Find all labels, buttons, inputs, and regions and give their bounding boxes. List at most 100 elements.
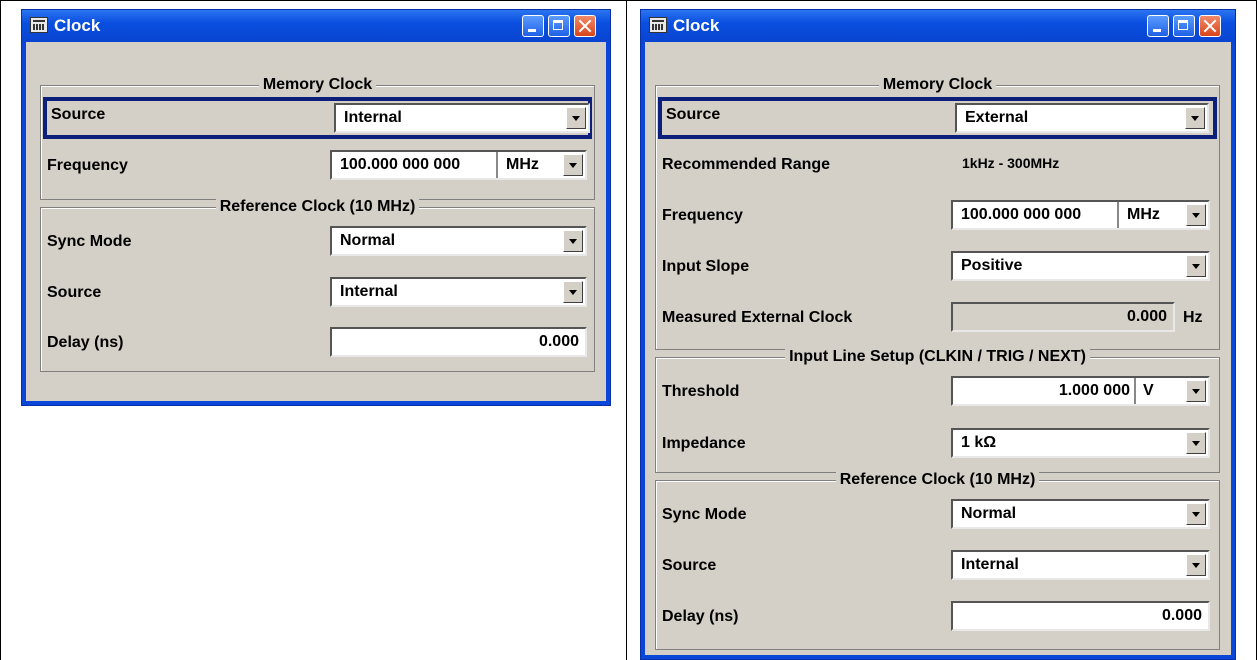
delay-value: 0.000 xyxy=(1161,607,1202,624)
measured-clock-row: Measured External Clock 0.000 Hz xyxy=(656,300,1219,336)
reference-clock-group: Reference Clock (10 MHz) Sync Mode Norma… xyxy=(40,198,595,372)
window-client: Memory Clock Source External Recommended… xyxy=(645,42,1231,655)
threshold-row: Threshold 1.000 000 V xyxy=(656,374,1219,410)
chevron-down-icon[interactable] xyxy=(1186,432,1206,454)
reference-source-select[interactable]: Internal xyxy=(330,277,587,307)
unit-separator xyxy=(1117,202,1119,228)
sync-mode-row: Sync Mode Normal xyxy=(41,224,594,260)
memory-clock-group: Memory Clock Source External Recommended… xyxy=(655,76,1220,350)
frame-top-border xyxy=(0,0,1257,1)
impedance-select[interactable]: 1 kΩ xyxy=(951,428,1210,458)
window-client: Memory Clock Source Internal Frequency 1… xyxy=(26,42,606,401)
reference-source-label: Source xyxy=(662,557,717,574)
recommended-range-label: Recommended Range xyxy=(662,156,831,173)
input-slope-value: Positive xyxy=(961,257,1023,274)
title-bar[interactable]: Clock xyxy=(22,10,610,42)
memory-clock-group: Memory Clock Source Internal Frequency 1… xyxy=(40,76,595,200)
window-title: Clock xyxy=(673,16,720,35)
chevron-down-icon[interactable] xyxy=(1185,107,1205,129)
memory-source-value: External xyxy=(965,109,1029,126)
memory-source-label: Source xyxy=(666,106,721,123)
memory-frequency-unit[interactable]: MHz xyxy=(506,156,539,174)
window-title: Clock xyxy=(54,16,101,35)
memory-source-select[interactable]: Internal xyxy=(334,103,590,133)
reference-source-row: Source Internal xyxy=(656,548,1219,584)
threshold-label: Threshold xyxy=(662,383,740,400)
chevron-down-icon[interactable] xyxy=(563,281,583,303)
reference-source-select[interactable]: Internal xyxy=(951,550,1210,580)
impedance-label: Impedance xyxy=(662,435,746,452)
memory-frequency-row: Frequency 100.000 000 000 MHz xyxy=(656,198,1219,234)
delay-row: Delay (ns) 0.000 xyxy=(656,599,1219,635)
reference-clock-group: Reference Clock (10 MHz) Sync Mode Norma… xyxy=(655,471,1220,650)
reference-source-value: Internal xyxy=(961,556,1019,573)
measured-clock-label: Measured External Clock xyxy=(662,309,853,326)
sync-mode-value: Normal xyxy=(340,232,396,249)
chevron-down-icon[interactable] xyxy=(1186,503,1206,525)
app-icon xyxy=(649,17,667,33)
memory-frequency-value: 100.000 000 000 xyxy=(961,206,1082,223)
sync-mode-label: Sync Mode xyxy=(662,506,747,523)
memory-frequency-unit[interactable]: MHz xyxy=(1127,206,1160,224)
input-slope-select[interactable]: Positive xyxy=(951,251,1210,281)
minimize-button[interactable] xyxy=(1147,15,1169,37)
frame-middle-divider xyxy=(626,0,627,660)
app-icon xyxy=(30,17,48,33)
input-line-group: Input Line Setup (CLKIN / TRIG / NEXT) T… xyxy=(655,348,1220,473)
close-button[interactable] xyxy=(1199,15,1221,37)
chevron-down-icon[interactable] xyxy=(1186,554,1206,576)
measured-clock-unit: Hz xyxy=(1183,309,1203,326)
delay-input[interactable]: 0.000 xyxy=(330,327,587,357)
memory-source-label: Source xyxy=(51,106,106,123)
delay-value: 0.000 xyxy=(538,333,579,350)
chevron-down-icon[interactable] xyxy=(563,230,583,252)
recommended-range-row: Recommended Range 1kHz - 300MHz xyxy=(656,147,1219,183)
measured-clock-value: 0.000 xyxy=(1126,308,1167,325)
close-button[interactable] xyxy=(574,15,596,37)
recommended-range-value: 1kHz - 300MHz xyxy=(962,155,1060,171)
reference-source-value: Internal xyxy=(340,283,398,300)
reference-source-label: Source xyxy=(47,284,102,301)
memory-frequency-label: Frequency xyxy=(662,207,743,224)
delay-label: Delay (ns) xyxy=(662,608,739,625)
chevron-down-icon[interactable] xyxy=(563,154,583,176)
sync-mode-select[interactable]: Normal xyxy=(330,226,587,256)
unit-separator xyxy=(1134,378,1136,404)
memory-source-row[interactable]: Source Internal xyxy=(43,97,592,139)
sync-mode-label: Sync Mode xyxy=(47,233,132,250)
measured-clock-display: 0.000 xyxy=(951,302,1175,332)
title-bar[interactable]: Clock xyxy=(641,10,1235,42)
threshold-unit[interactable]: V xyxy=(1143,382,1154,400)
chevron-down-icon[interactable] xyxy=(566,107,586,129)
memory-frequency-value: 100.000 000 000 xyxy=(340,156,461,173)
memory-source-row[interactable]: Source External xyxy=(658,97,1217,139)
maximize-button[interactable] xyxy=(1173,15,1195,37)
delay-input[interactable]: 0.000 xyxy=(951,601,1210,631)
impedance-row: Impedance 1 kΩ xyxy=(656,426,1219,462)
input-slope-label: Input Slope xyxy=(662,258,750,275)
memory-source-select[interactable]: External xyxy=(955,103,1209,133)
chevron-down-icon[interactable] xyxy=(1186,204,1206,226)
input-line-heading: Input Line Setup (CLKIN / TRIG / NEXT) xyxy=(785,348,1090,365)
reference-clock-heading: Reference Clock (10 MHz) xyxy=(215,198,420,215)
memory-frequency-input[interactable]: 100.000 000 000 MHz xyxy=(330,150,587,180)
sync-mode-row: Sync Mode Normal xyxy=(656,497,1219,533)
minimize-button[interactable] xyxy=(522,15,544,37)
reference-clock-heading: Reference Clock (10 MHz) xyxy=(835,471,1040,488)
delay-row: Delay (ns) 0.000 xyxy=(41,325,594,361)
clock-window-left: Clock Memory Clock Source Internal Frequ… xyxy=(21,9,611,406)
clock-window-right: Clock Memory Clock Source External Recom… xyxy=(640,9,1236,660)
memory-source-value: Internal xyxy=(344,109,402,126)
memory-frequency-label: Frequency xyxy=(47,157,128,174)
maximize-button[interactable] xyxy=(548,15,570,37)
reference-source-row: Source Internal xyxy=(41,275,594,311)
delay-label: Delay (ns) xyxy=(47,334,124,351)
sync-mode-select[interactable]: Normal xyxy=(951,499,1210,529)
memory-frequency-input[interactable]: 100.000 000 000 MHz xyxy=(951,200,1210,230)
threshold-input[interactable]: 1.000 000 V xyxy=(951,376,1210,406)
impedance-value: 1 kΩ xyxy=(961,434,997,451)
chevron-down-icon[interactable] xyxy=(1186,380,1206,402)
chevron-down-icon[interactable] xyxy=(1186,255,1206,277)
input-slope-row: Input Slope Positive xyxy=(656,249,1219,285)
memory-frequency-row: Frequency 100.000 000 000 MHz xyxy=(41,148,594,184)
